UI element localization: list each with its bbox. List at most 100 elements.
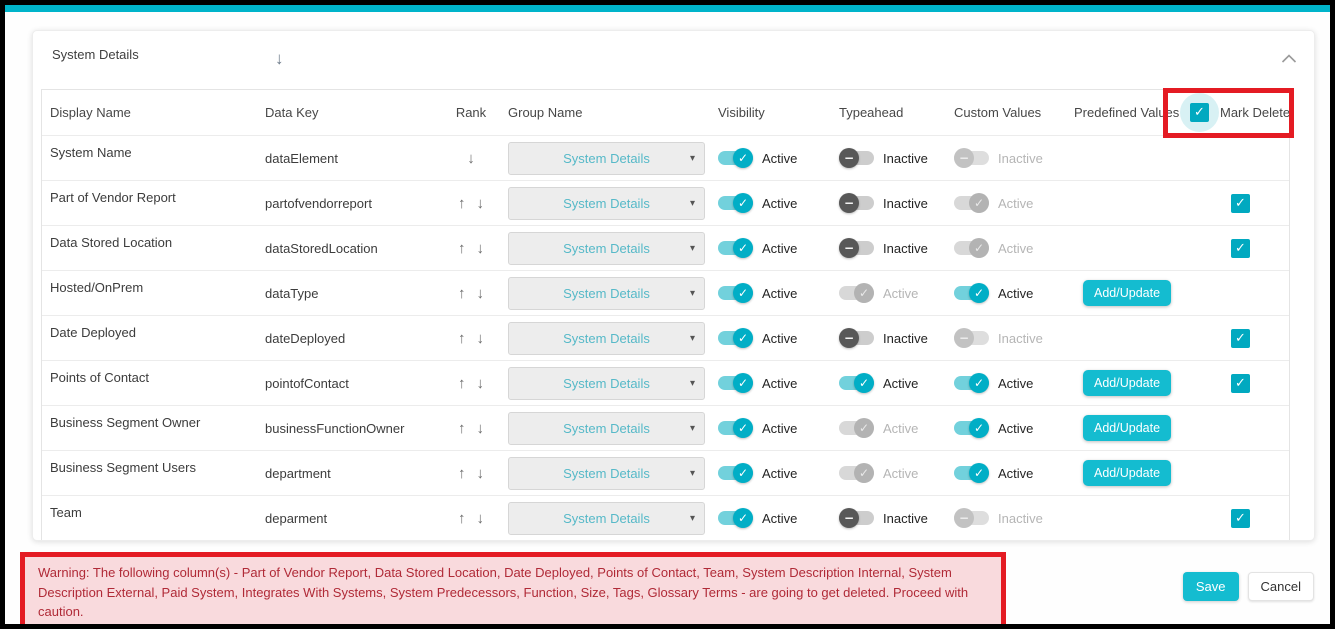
typeahead-toggle-group: ✓ Active [839, 466, 946, 481]
header-group-name: Group Name [500, 105, 710, 120]
data-key-value: pointofContact [265, 376, 349, 391]
rank-up-icon[interactable]: ↑ [458, 330, 466, 347]
custom-values-toggle: − [954, 331, 989, 345]
save-button[interactable]: Save [1183, 572, 1239, 601]
group-name-select[interactable]: System Details ▾ [508, 457, 705, 490]
header-custom-values: Custom Values [946, 105, 1066, 120]
typeahead-toggle-label: Inactive [883, 511, 928, 526]
rank-up-icon[interactable]: ↑ [458, 465, 466, 482]
mark-delete-all-checkbox[interactable]: ✓ [1190, 103, 1209, 122]
rank-up-icon[interactable]: ↑ [458, 420, 466, 437]
add-update-button[interactable]: Add/Update [1083, 415, 1171, 441]
header-rank: Rank [442, 105, 500, 120]
mark-delete-checkbox[interactable]: ✓ [1231, 239, 1250, 258]
data-key-value: dataType [265, 286, 319, 301]
visibility-toggle-group: ✓ Active [718, 286, 831, 301]
add-update-button[interactable]: Add/Update [1083, 280, 1171, 306]
rank-up-icon[interactable]: ↑ [458, 240, 466, 257]
group-name-selected-value: System Details [563, 511, 650, 526]
visibility-toggle-label: Active [762, 286, 797, 301]
visibility-toggle-group: ✓ Active [718, 466, 831, 481]
visibility-toggle[interactable]: ✓ [718, 376, 753, 390]
rank-down-icon[interactable]: ↓ [477, 465, 485, 482]
header-visibility: Visibility [710, 105, 831, 120]
custom-values-toggle[interactable]: ✓ [954, 376, 989, 390]
typeahead-toggle-group: − Inactive [839, 331, 946, 346]
chevron-down-icon: ▾ [690, 378, 695, 389]
custom-values-toggle-group: ✓ Active [954, 466, 1066, 481]
rank-down-icon[interactable]: ↓ [477, 330, 485, 347]
group-name-select[interactable]: System Details ▾ [508, 502, 705, 535]
custom-values-toggle-label: Inactive [998, 151, 1043, 166]
rank-up-icon[interactable]: ↑ [458, 510, 466, 527]
visibility-toggle[interactable]: ✓ [718, 511, 753, 525]
typeahead-toggle[interactable]: − [839, 196, 874, 210]
add-update-button[interactable]: Add/Update [1083, 370, 1171, 396]
typeahead-toggle[interactable]: − [839, 151, 874, 165]
data-key-value: dateDeployed [265, 331, 345, 346]
group-name-select[interactable]: System Details ▾ [508, 367, 705, 400]
group-name-select[interactable]: System Details ▾ [508, 412, 705, 445]
group-name-select[interactable]: System Details ▾ [508, 322, 705, 355]
group-name-select[interactable]: System Details ▾ [508, 187, 705, 220]
table-row: System Name dataElement ↓ System Details… [42, 135, 1289, 180]
mark-delete-checkbox[interactable]: ✓ [1231, 509, 1250, 528]
table-row: Business Segment Owner businessFunctionO… [42, 405, 1289, 450]
display-name-value: Part of Vendor Report [50, 190, 176, 205]
rank-down-icon[interactable]: ↓ [477, 375, 485, 392]
cancel-button[interactable]: Cancel [1248, 572, 1314, 601]
visibility-toggle[interactable]: ✓ [718, 241, 753, 255]
visibility-toggle[interactable]: ✓ [718, 151, 753, 165]
display-name-value: Hosted/OnPrem [50, 280, 143, 295]
visibility-toggle-group: ✓ Active [718, 511, 831, 526]
typeahead-toggle[interactable]: − [839, 241, 874, 255]
mark-delete-checkbox[interactable]: ✓ [1231, 194, 1250, 213]
typeahead-toggle[interactable]: − [839, 511, 874, 525]
custom-values-toggle[interactable]: ✓ [954, 286, 989, 300]
columns-table: Display Name Data Key Rank Group Name Vi… [41, 89, 1290, 541]
group-name-select[interactable]: System Details ▾ [508, 232, 705, 265]
table-row: Points of Contact pointofContact ↑ ↓ Sys… [42, 360, 1289, 405]
visibility-toggle[interactable]: ✓ [718, 286, 753, 300]
mark-delete-checkbox[interactable]: ✓ [1231, 374, 1250, 393]
typeahead-toggle[interactable]: ✓ [839, 376, 874, 390]
custom-values-toggle-label: Active [998, 376, 1033, 391]
typeahead-toggle-group: ✓ Active [839, 286, 946, 301]
header-display-name: Display Name [42, 105, 257, 120]
group-name-select[interactable]: System Details ▾ [508, 142, 705, 175]
typeahead-toggle: ✓ [839, 286, 874, 300]
custom-values-toggle: ✓ [954, 196, 989, 210]
visibility-toggle[interactable]: ✓ [718, 331, 753, 345]
custom-values-toggle-label: Active [998, 196, 1033, 211]
custom-values-toggle-label: Inactive [998, 331, 1043, 346]
rank-up-icon[interactable]: ↑ [458, 285, 466, 302]
table-row: Business Segment Users department ↑ ↓ Sy… [42, 450, 1289, 495]
visibility-toggle[interactable]: ✓ [718, 421, 753, 435]
custom-values-toggle-label: Active [998, 241, 1033, 256]
rank-down-icon[interactable]: ↓ [477, 510, 485, 527]
rank-down-icon[interactable]: ↓ [477, 420, 485, 437]
visibility-toggle-label: Active [762, 196, 797, 211]
data-key-value: businessFunctionOwner [265, 421, 404, 436]
visibility-toggle[interactable]: ✓ [718, 196, 753, 210]
custom-values-toggle[interactable]: ✓ [954, 466, 989, 480]
rank-down-icon[interactable]: ↓ [467, 150, 475, 167]
visibility-toggle-group: ✓ Active [718, 196, 831, 211]
rank-up-icon[interactable]: ↑ [458, 195, 466, 212]
add-update-button[interactable]: Add/Update [1083, 460, 1171, 486]
group-name-select[interactable]: System Details ▾ [508, 277, 705, 310]
chevron-down-icon: ▾ [690, 153, 695, 164]
rank-down-icon[interactable]: ↓ [477, 240, 485, 257]
collapse-panel-button[interactable] [1278, 49, 1300, 67]
typeahead-toggle[interactable]: − [839, 331, 874, 345]
typeahead-toggle-group: − Inactive [839, 511, 946, 526]
custom-values-toggle[interactable]: ✓ [954, 421, 989, 435]
custom-values-toggle-group: ✓ Active [954, 241, 1066, 256]
visibility-toggle[interactable]: ✓ [718, 466, 753, 480]
custom-values-toggle-label: Active [998, 466, 1033, 481]
mark-delete-checkbox[interactable]: ✓ [1231, 329, 1250, 348]
rank-down-icon[interactable]: ↓ [477, 195, 485, 212]
rank-up-icon[interactable]: ↑ [458, 375, 466, 392]
rank-down-icon[interactable]: ↓ [477, 285, 485, 302]
scroll-down-icon: ↓ [275, 49, 284, 69]
